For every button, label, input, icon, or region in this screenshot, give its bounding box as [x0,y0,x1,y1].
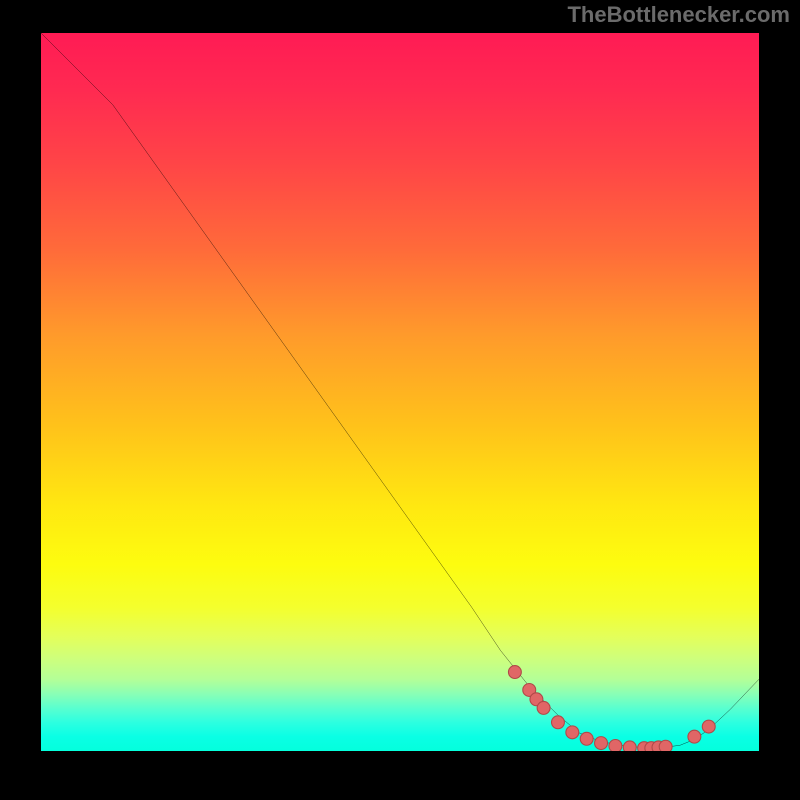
watermark-text: TheBottlenecker.com [567,2,790,28]
chart-svg [41,33,759,751]
dot [609,740,622,751]
dot [566,726,579,739]
dot [688,730,701,743]
dot [580,732,593,745]
bottleneck-curve [41,33,759,748]
chart-container: TheBottlenecker.com [0,0,800,800]
dot [623,741,636,751]
dot [537,701,550,714]
dot [551,716,564,729]
dot [702,720,715,733]
dot [659,740,672,751]
dot [595,737,608,750]
optimal-range-dots [508,666,715,751]
dot [508,666,521,679]
plot-area [40,32,760,752]
